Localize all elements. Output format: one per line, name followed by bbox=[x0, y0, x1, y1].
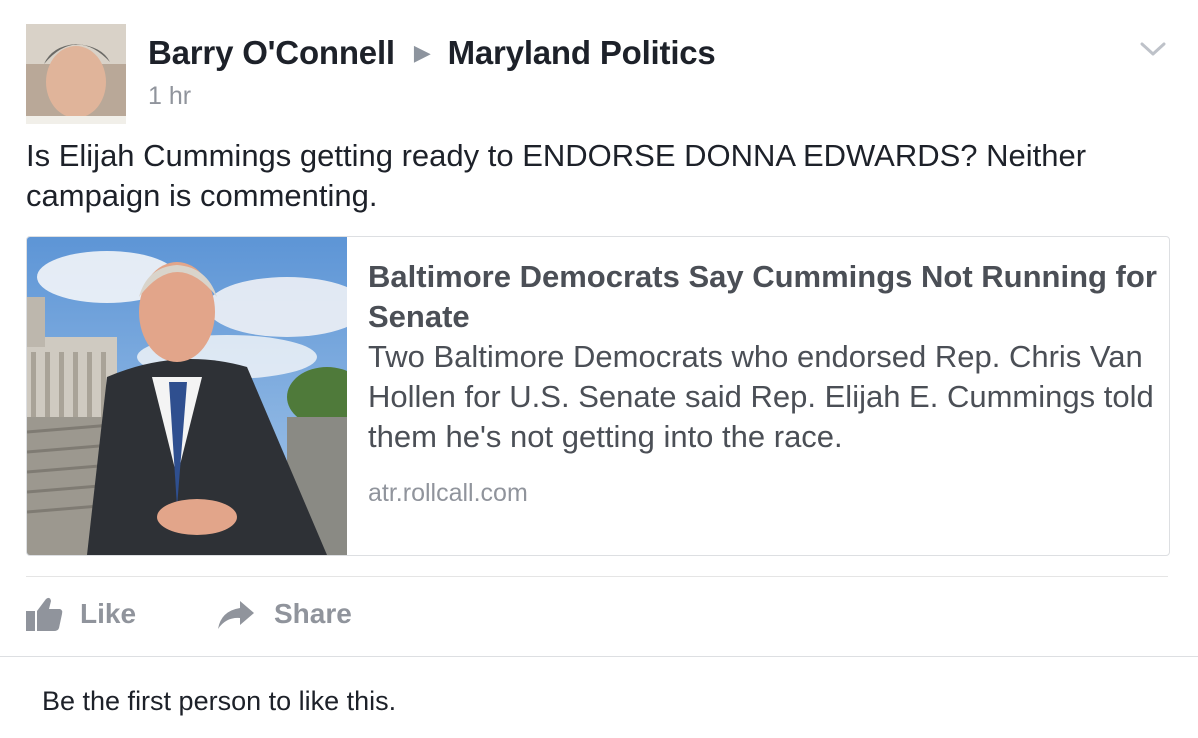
link-domain: atr.rollcall.com bbox=[368, 479, 528, 507]
thumbs-up-icon bbox=[24, 595, 64, 633]
chevron-down-icon[interactable] bbox=[1138, 38, 1168, 60]
likes-summary: Be the first person to like this. bbox=[42, 686, 397, 716]
post-text: Is Elijah Cummings getting ready to ENDO… bbox=[26, 138, 1087, 213]
link-description: Two Baltimore Democrats who endorsed Rep… bbox=[368, 339, 1154, 454]
avatar-photo bbox=[26, 24, 126, 124]
author-avatar[interactable] bbox=[26, 24, 126, 124]
triangle-right-icon: ▶ bbox=[413, 40, 431, 65]
author-name[interactable]: Barry O'Connell bbox=[148, 34, 395, 71]
share-label: Share bbox=[274, 598, 352, 629]
likes-divider bbox=[0, 656, 1198, 657]
link-preview-card[interactable]: Baltimore Democrats Say Cummings Not Run… bbox=[26, 236, 1170, 556]
actions-divider bbox=[26, 576, 1168, 577]
like-button[interactable]: Like bbox=[24, 594, 136, 634]
link-title[interactable]: Baltimore Democrats Say Cummings Not Run… bbox=[368, 257, 1158, 337]
post-timestamp[interactable]: 1 hr bbox=[148, 82, 191, 111]
like-label: Like bbox=[80, 598, 137, 629]
group-name[interactable]: Maryland Politics bbox=[448, 34, 716, 71]
post-header: Barry O'Connell ▶ Maryland Politics bbox=[148, 34, 716, 72]
share-arrow-icon bbox=[216, 597, 256, 631]
link-text-block: Baltimore Democrats Say Cummings Not Run… bbox=[368, 257, 1158, 508]
share-button[interactable]: Share bbox=[216, 594, 352, 634]
link-thumbnail bbox=[27, 237, 347, 555]
